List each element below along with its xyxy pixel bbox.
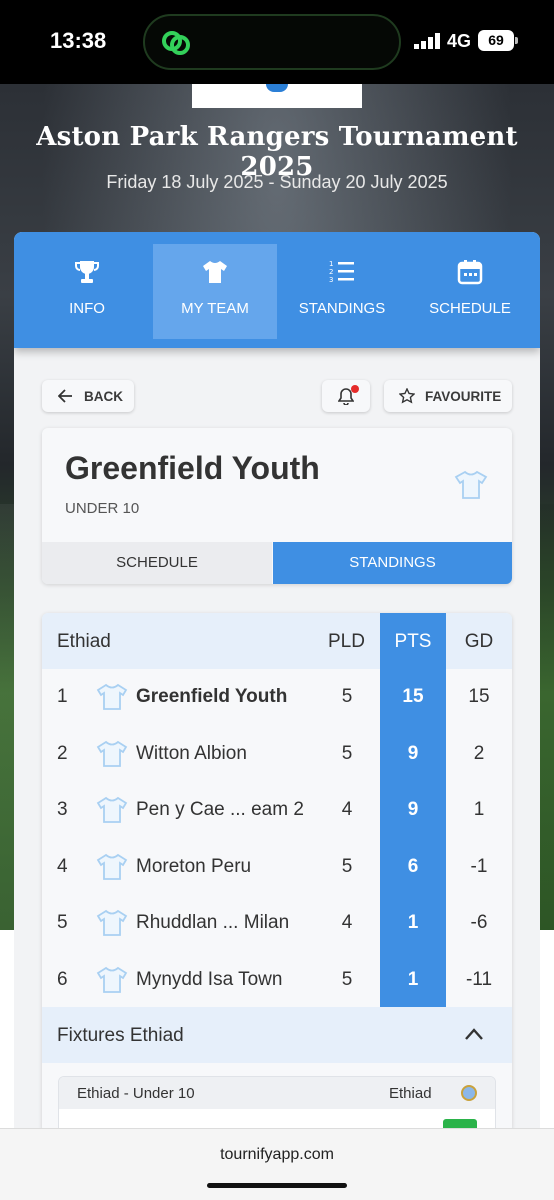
table-row[interactable]: 3 Pen y Cae ... eam 2 4 9 1 xyxy=(42,782,512,838)
table-row[interactable]: 4 Moreton Peru 5 6 -1 xyxy=(42,839,512,895)
team-sub-tabs: SCHEDULE STANDINGS xyxy=(42,542,512,584)
fixture-card[interactable]: Ethiad - Under 10 Ethiad xyxy=(58,1076,496,1132)
row-goal-difference: 2 xyxy=(473,742,485,764)
row-team-name: Greenfield Youth xyxy=(136,686,288,707)
row-played: 5 xyxy=(341,968,353,990)
shirt-icon xyxy=(203,261,227,283)
chevron-up-icon xyxy=(465,1028,483,1040)
fixture-card-header: Ethiad - Under 10 Ethiad xyxy=(59,1077,495,1109)
row-goal-difference: 15 xyxy=(468,686,490,707)
tab-my-team[interactable]: MY TEAM xyxy=(153,244,277,339)
team-card: Greenfield Youth UNDER 10 SCHEDULE STAND… xyxy=(42,428,512,584)
team-shirt-icon xyxy=(96,853,128,881)
numbered-list-icon: 1 2 3 xyxy=(329,260,354,284)
svg-text:2: 2 xyxy=(329,268,333,276)
fixtures-header: Fixtures Ethiad xyxy=(57,1025,184,1046)
star-icon xyxy=(399,388,415,404)
back-button[interactable]: BACK xyxy=(42,380,134,412)
row-played: 4 xyxy=(341,912,353,933)
row-team-name: Rhuddlan ... Milan xyxy=(136,912,290,933)
club-badge-icon xyxy=(461,1085,477,1101)
row-goal-difference: -11 xyxy=(465,968,493,990)
svg-text:1: 1 xyxy=(329,260,333,268)
gd-header: GD xyxy=(464,631,494,652)
tab-standings-label: STANDINGS xyxy=(298,300,386,317)
row-position: 5 xyxy=(57,912,68,933)
main-card: INFO MY TEAM 1 2 3 STANDINGS SCHEDULE BA… xyxy=(14,232,540,1132)
tournament-dates: Friday 18 July 2025 - Sunday 20 July 202… xyxy=(106,172,448,192)
row-points: 9 xyxy=(407,742,419,764)
row-goal-difference: -1 xyxy=(470,855,488,877)
notification-dot xyxy=(351,385,359,393)
status-time: 13:38 xyxy=(50,28,107,53)
team-shirt-icon xyxy=(96,683,128,711)
fixture-group: Ethiad xyxy=(389,1085,432,1102)
row-played: 4 xyxy=(341,799,353,820)
pts-header: PTS xyxy=(394,631,432,652)
tab-team-standings[interactable]: STANDINGS xyxy=(273,542,512,584)
row-points: 6 xyxy=(407,855,419,877)
row-points: 1 xyxy=(407,912,419,933)
battery-cap xyxy=(515,37,518,44)
trophy-icon xyxy=(75,261,99,283)
tab-schedule[interactable]: SCHEDULE xyxy=(408,244,532,339)
favourite-button[interactable]: FAVOURITE xyxy=(384,380,512,412)
row-team-name: Witton Albion xyxy=(136,742,247,764)
row-goal-difference: -6 xyxy=(470,912,488,933)
app-activity-icon xyxy=(162,31,190,55)
group-name: Ethiad xyxy=(57,631,111,652)
signal-icon xyxy=(414,33,440,49)
fixture-title: Ethiad - Under 10 xyxy=(77,1085,195,1102)
row-played: 5 xyxy=(341,855,353,877)
standings-table: Ethiad PLD PTS GD 1 Greenfield Youth 5 15 15… xyxy=(42,613,512,1132)
browser-url[interactable]: tournifyapp.com xyxy=(0,1146,554,1164)
back-label: BACK xyxy=(84,389,123,404)
team-shirt-icon xyxy=(96,909,128,937)
row-played: 5 xyxy=(341,686,353,707)
notification-button[interactable] xyxy=(322,380,370,412)
table-row[interactable]: 6 Mynydd Isa Town 5 1 -11 xyxy=(42,952,512,1008)
tab-schedule-label: SCHEDULE xyxy=(429,300,511,317)
row-team-name: Moreton Peru xyxy=(136,855,252,877)
team-shirt-icon xyxy=(96,796,128,824)
favourite-label: FAVOURITE xyxy=(425,389,502,404)
row-points: 1 xyxy=(407,968,419,990)
battery-icon: 69 xyxy=(478,30,514,51)
browser-bar: tournifyapp.com xyxy=(0,1128,554,1200)
fixtures-toggle[interactable]: Fixtures Ethiad xyxy=(42,1007,512,1063)
tab-info[interactable]: INFO xyxy=(25,244,149,339)
row-points: 15 xyxy=(402,686,424,707)
row-position: 1 xyxy=(57,686,68,707)
row-position: 4 xyxy=(57,855,68,877)
tab-team-schedule[interactable]: SCHEDULE xyxy=(42,542,272,584)
row-position: 3 xyxy=(57,799,68,820)
row-goal-difference: 1 xyxy=(473,799,485,820)
row-team-name: Mynydd Isa Town xyxy=(136,968,283,990)
row-position: 2 xyxy=(57,742,68,764)
team-shirt-icon xyxy=(96,966,128,994)
tab-info-label: INFO xyxy=(69,300,105,317)
arrow-left-icon xyxy=(58,389,72,403)
team-name: Greenfield Youth xyxy=(65,450,320,486)
row-points: 9 xyxy=(407,799,419,820)
row-position: 6 xyxy=(57,968,68,990)
pld-header: PLD xyxy=(328,631,365,652)
svg-text:3: 3 xyxy=(329,276,333,284)
status-bar: 13:38 4G 69 xyxy=(0,0,554,84)
dynamic-island xyxy=(143,14,401,70)
table-row[interactable]: 5 Rhuddlan ... Milan 4 1 -6 xyxy=(42,895,512,951)
team-shirt-icon xyxy=(96,740,128,768)
calendar-icon xyxy=(457,260,483,285)
table-row[interactable]: 1 Greenfield Youth 5 15 15 xyxy=(42,669,512,725)
network-label: 4G xyxy=(447,31,472,51)
tab-my-team-label: MY TEAM xyxy=(181,300,249,317)
team-age-group: UNDER 10 xyxy=(65,500,140,517)
row-played: 5 xyxy=(341,742,353,764)
team-shirt-icon xyxy=(454,470,488,499)
table-row[interactable]: 2 Witton Albion 5 9 2 xyxy=(42,726,512,782)
nav-bar: INFO MY TEAM 1 2 3 STANDINGS SCHEDULE xyxy=(14,232,540,348)
home-indicator xyxy=(207,1183,347,1188)
tab-standings[interactable]: 1 2 3 STANDINGS xyxy=(280,244,404,339)
row-team-name: Pen y Cae ... eam 2 xyxy=(136,799,304,820)
